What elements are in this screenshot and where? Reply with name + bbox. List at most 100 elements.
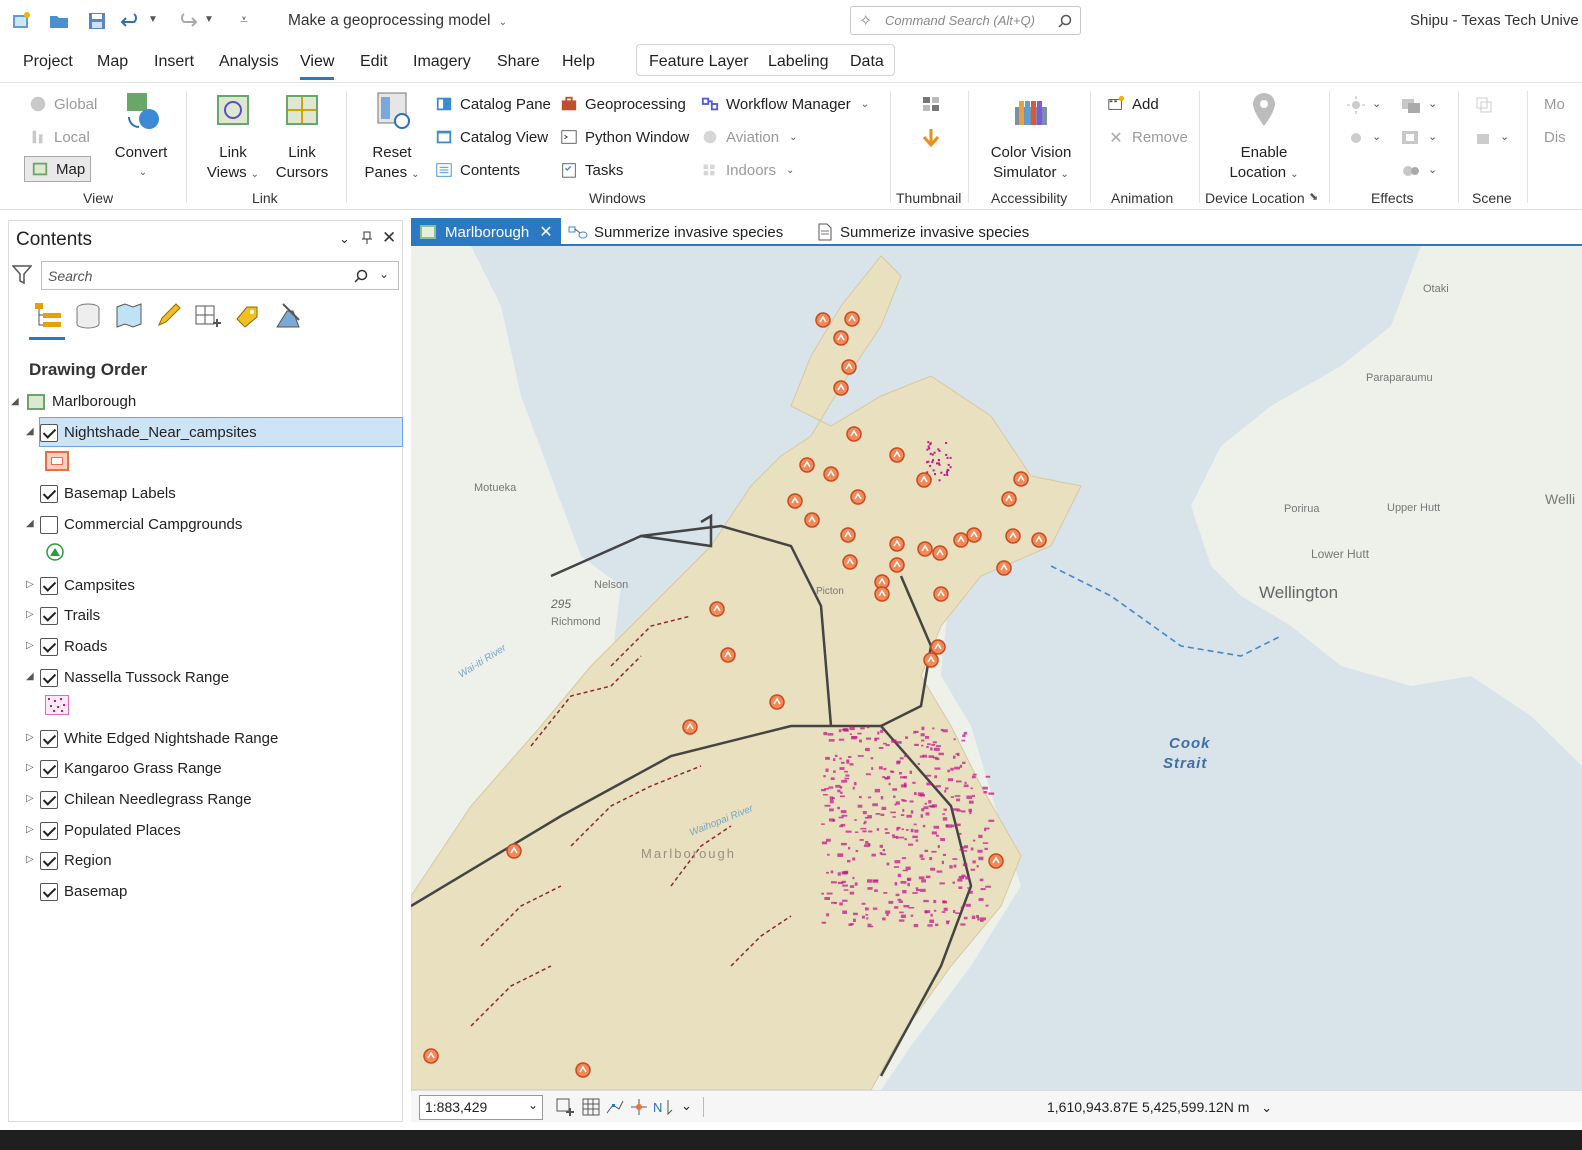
campsite-marker[interactable] — [720, 647, 736, 663]
expand-icon[interactable]: ▷ — [26, 732, 34, 743]
layer-row[interactable]: ◢ Nightshade_Near_campsites — [9, 418, 402, 448]
layer-visibility-checkbox[interactable] — [40, 577, 58, 595]
layer-row[interactable]: ▷ Kangaroo Grass Range — [9, 754, 402, 784]
collapse-icon[interactable]: ◢ — [26, 426, 34, 437]
layer-row[interactable]: ▷ Roads — [9, 632, 402, 662]
new-project-icon[interactable] — [10, 10, 32, 32]
campsite-marker[interactable] — [846, 426, 862, 442]
campsite-marker[interactable] — [1001, 491, 1017, 507]
campsite-marker[interactable] — [850, 489, 866, 505]
map-canvas[interactable]: Otaki Paraparaumu Motueka Porirua Upper … — [411, 246, 1582, 1090]
campsite-marker[interactable] — [889, 447, 905, 463]
truncated-ribbon-button[interactable]: Dis — [1544, 129, 1566, 146]
expand-icon[interactable]: ▷ — [26, 640, 34, 651]
local-button[interactable]: Local — [28, 128, 90, 146]
pane-options-icon[interactable]: ⌄ — [339, 231, 350, 247]
effects-layer-icon[interactable] — [1400, 95, 1422, 115]
campsite-marker[interactable] — [575, 1062, 591, 1078]
campsite-marker[interactable] — [833, 380, 849, 396]
tab-share[interactable]: Share — [497, 53, 540, 71]
campsite-marker[interactable] — [916, 472, 932, 488]
list-by-source-icon[interactable] — [73, 301, 103, 331]
expand-icon[interactable]: ▷ — [26, 854, 34, 865]
expand-icon[interactable]: ▷ — [26, 609, 34, 620]
layer-row[interactable]: Basemap Labels — [9, 479, 402, 509]
campsite-marker[interactable] — [923, 652, 939, 668]
color-vision-simulator-button[interactable]: Color Vision Simulator ⌄ — [985, 91, 1077, 185]
list-by-selection-icon[interactable] — [113, 301, 143, 331]
constraints-icon[interactable] — [629, 1097, 649, 1117]
campsite-marker[interactable] — [1013, 471, 1029, 487]
layer-visibility-checkbox[interactable] — [40, 638, 58, 656]
project-title[interactable]: Make a geoprocessing model ⌄ — [288, 12, 507, 30]
campsite-marker[interactable] — [996, 560, 1012, 576]
campsite-marker[interactable] — [844, 311, 860, 327]
north-arrow-icon[interactable]: N — [653, 1097, 675, 1117]
tab-labeling[interactable]: Labeling — [768, 53, 829, 71]
workflow-manager-button[interactable]: Workflow Manager ⌄ — [700, 95, 869, 113]
layer-visibility-checkbox[interactable] — [40, 852, 58, 870]
campsite-marker[interactable] — [833, 330, 849, 346]
tab-map[interactable]: Map — [97, 53, 128, 71]
geoprocessing-button[interactable]: Geoprocessing — [559, 95, 686, 113]
layer-visibility-checkbox[interactable] — [40, 822, 58, 840]
thumbnail-icon[interactable] — [920, 95, 942, 117]
scale-selector[interactable]: 1:883,429 ⌄ — [419, 1095, 543, 1120]
pin-icon[interactable] — [361, 231, 373, 245]
list-by-drawing-order-icon[interactable] — [33, 301, 63, 331]
tab-data[interactable]: Data — [850, 53, 884, 71]
layer-visibility-checkbox[interactable] — [40, 669, 58, 687]
dialog-launcher-icon[interactable]: ⬊ — [1309, 190, 1318, 203]
expand-icon[interactable]: ▷ — [26, 793, 34, 804]
campsite-marker[interactable] — [930, 639, 946, 655]
campsite-marker[interactable] — [874, 586, 890, 602]
global-button[interactable]: Global — [28, 95, 97, 113]
layer-row[interactable]: ▷ Trails — [9, 601, 402, 631]
catalog-view-button[interactable]: Catalog View — [434, 128, 548, 146]
expand-icon[interactable]: ▷ — [26, 579, 34, 590]
campsite-marker[interactable] — [1031, 532, 1047, 548]
campground-symbol-icon[interactable] — [45, 542, 65, 562]
view-tab-map-active[interactable]: Marlborough ✕ — [411, 218, 561, 246]
enable-location-button[interactable]: Enable Location ⌄ — [1222, 91, 1306, 185]
add-animation-button[interactable]: Add — [1106, 95, 1159, 113]
campsite-marker[interactable] — [932, 545, 948, 561]
layer-visibility-checkbox[interactable] — [40, 730, 58, 748]
scene-export-icon[interactable] — [1474, 128, 1494, 148]
layer-row[interactable]: ▷ Campsites — [9, 571, 402, 601]
campsite-marker[interactable] — [966, 527, 982, 543]
catalog-pane-button[interactable]: Catalog Pane — [434, 95, 551, 113]
indoors-button[interactable]: Indoors ⌄ — [700, 161, 794, 179]
expand-icon[interactable]: ▷ — [26, 824, 34, 835]
tasks-button[interactable]: Tasks — [559, 161, 623, 179]
layer-visibility-checkbox[interactable] — [40, 485, 58, 503]
aviation-button[interactable]: Aviation ⌄ — [700, 128, 797, 146]
tussock-symbol-swatch[interactable] — [45, 695, 69, 715]
effects-light-icon[interactable] — [1346, 128, 1366, 148]
grid-icon[interactable] — [581, 1097, 601, 1117]
layer-visibility-checkbox[interactable] — [40, 424, 58, 442]
polygon-symbol-swatch[interactable] — [45, 451, 69, 471]
tab-project[interactable]: Project — [23, 53, 73, 71]
chevron-down-icon[interactable]: ⌄ — [1428, 163, 1437, 176]
chevron-down-icon[interactable]: ⌄ — [1372, 97, 1381, 110]
layer-row[interactable]: ▷ Region — [9, 846, 402, 876]
layer-visibility-checkbox[interactable] — [40, 883, 58, 901]
undo-icon[interactable] — [120, 10, 142, 32]
customize-qat-icon[interactable]: ⩡ — [240, 11, 248, 28]
campsite-marker[interactable] — [506, 843, 522, 859]
campsite-marker[interactable] — [769, 694, 785, 710]
arrow-down-icon[interactable] — [920, 127, 942, 149]
view-tab-model[interactable]: Summerize invasive species — [568, 218, 783, 246]
tab-analysis[interactable]: Analysis — [219, 53, 279, 71]
truncated-ribbon-button[interactable]: Mo — [1544, 96, 1565, 113]
campsite-marker[interactable] — [799, 457, 815, 473]
link-cursors-button[interactable]: Link Cursors — [274, 91, 330, 183]
contents-search-input[interactable]: Search ⌄ — [41, 261, 399, 290]
effects-swipe-icon[interactable] — [1400, 128, 1422, 148]
python-window-button[interactable]: Python Window — [559, 128, 689, 146]
map-button[interactable]: Map — [24, 156, 92, 182]
layer-visibility-checkbox[interactable] — [40, 607, 58, 625]
effects-sun-icon[interactable] — [1346, 95, 1366, 115]
view-tab-report[interactable]: Summerize invasive species — [816, 218, 1029, 246]
